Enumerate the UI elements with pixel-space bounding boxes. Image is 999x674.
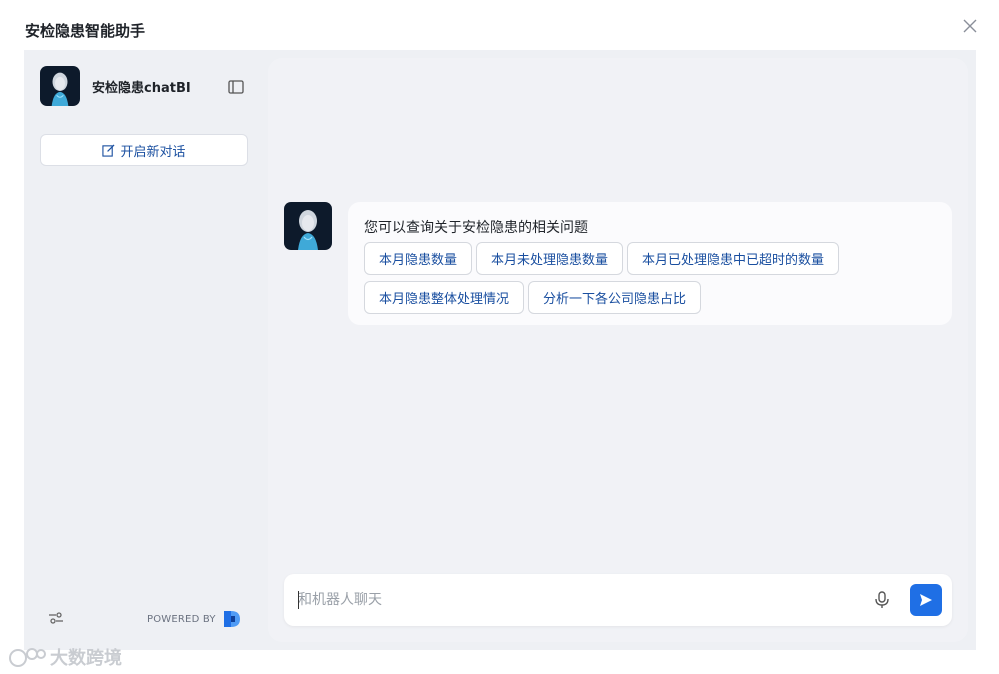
assistant-frame: 安检隐患chatBI 开启新对话 POWERED BY 您可以查询关于安检隐患的… [24,50,976,650]
powered-by-label: POWERED BY [147,613,216,625]
send-icon [920,594,932,606]
bot-header: 安检隐患chatBI [40,66,191,106]
suggestion-chip[interactable]: 本月隐患数量 [364,242,473,275]
brand-logo-icon [223,610,241,628]
microphone-icon [875,591,889,608]
assistant-message: 您可以查询关于安检隐患的相关问题 本月隐患数量 本月未处理隐患数量 本月已处理隐… [348,202,952,325]
suggestion-chip[interactable]: 本月隐患整体处理情况 [364,281,525,314]
message-input[interactable] [298,587,858,613]
watermark: 大数跨境 [8,644,122,670]
suggestion-chip[interactable]: 本月未处理隐患数量 [476,242,624,275]
assistant-dialog: 安检隐患智能助手 安检隐患chatBI 开启新对话 POWERED BY 您可以… [0,0,999,674]
new-chat-button[interactable]: 开启新对话 [40,134,248,166]
sidebar-toggle-button[interactable] [228,79,244,94]
powered-by: POWERED BY [147,610,241,628]
suggestion-chip[interactable]: 分析一下各公司隐患占比 [528,281,702,314]
bot-name: 安检隐患chatBI [92,80,191,96]
new-chat-label: 开启新对话 [120,144,186,160]
settings-icon [49,612,63,624]
sidebar: 安检隐患chatBI 开启新对话 POWERED BY [24,50,264,650]
watermark-logo-icon [8,646,46,668]
close-button[interactable] [961,17,979,35]
edit-icon [102,144,115,157]
bot-avatar [40,66,80,106]
settings-button[interactable] [48,610,64,626]
message-composer [284,574,952,626]
sidebar-toggle-icon [228,80,244,94]
greeting-text: 您可以查询关于安检隐患的相关问题 [364,220,588,236]
chat-panel: 您可以查询关于安检隐患的相关问题 本月隐患数量 本月未处理隐患数量 本月已处理隐… [268,58,968,642]
text-caret [298,591,299,609]
dialog-title: 安检隐患智能助手 [25,22,146,40]
suggestion-list: 本月隐患数量 本月未处理隐患数量 本月已处理隐患中已超时的数量 本月隐患整体处理… [364,242,944,314]
send-button[interactable] [910,584,942,616]
watermark-text: 大数跨境 [50,648,122,669]
voice-input-button[interactable] [872,590,892,610]
close-icon [963,19,977,33]
message-avatar [284,202,332,250]
suggestion-chip[interactable]: 本月已处理隐患中已超时的数量 [627,242,840,275]
